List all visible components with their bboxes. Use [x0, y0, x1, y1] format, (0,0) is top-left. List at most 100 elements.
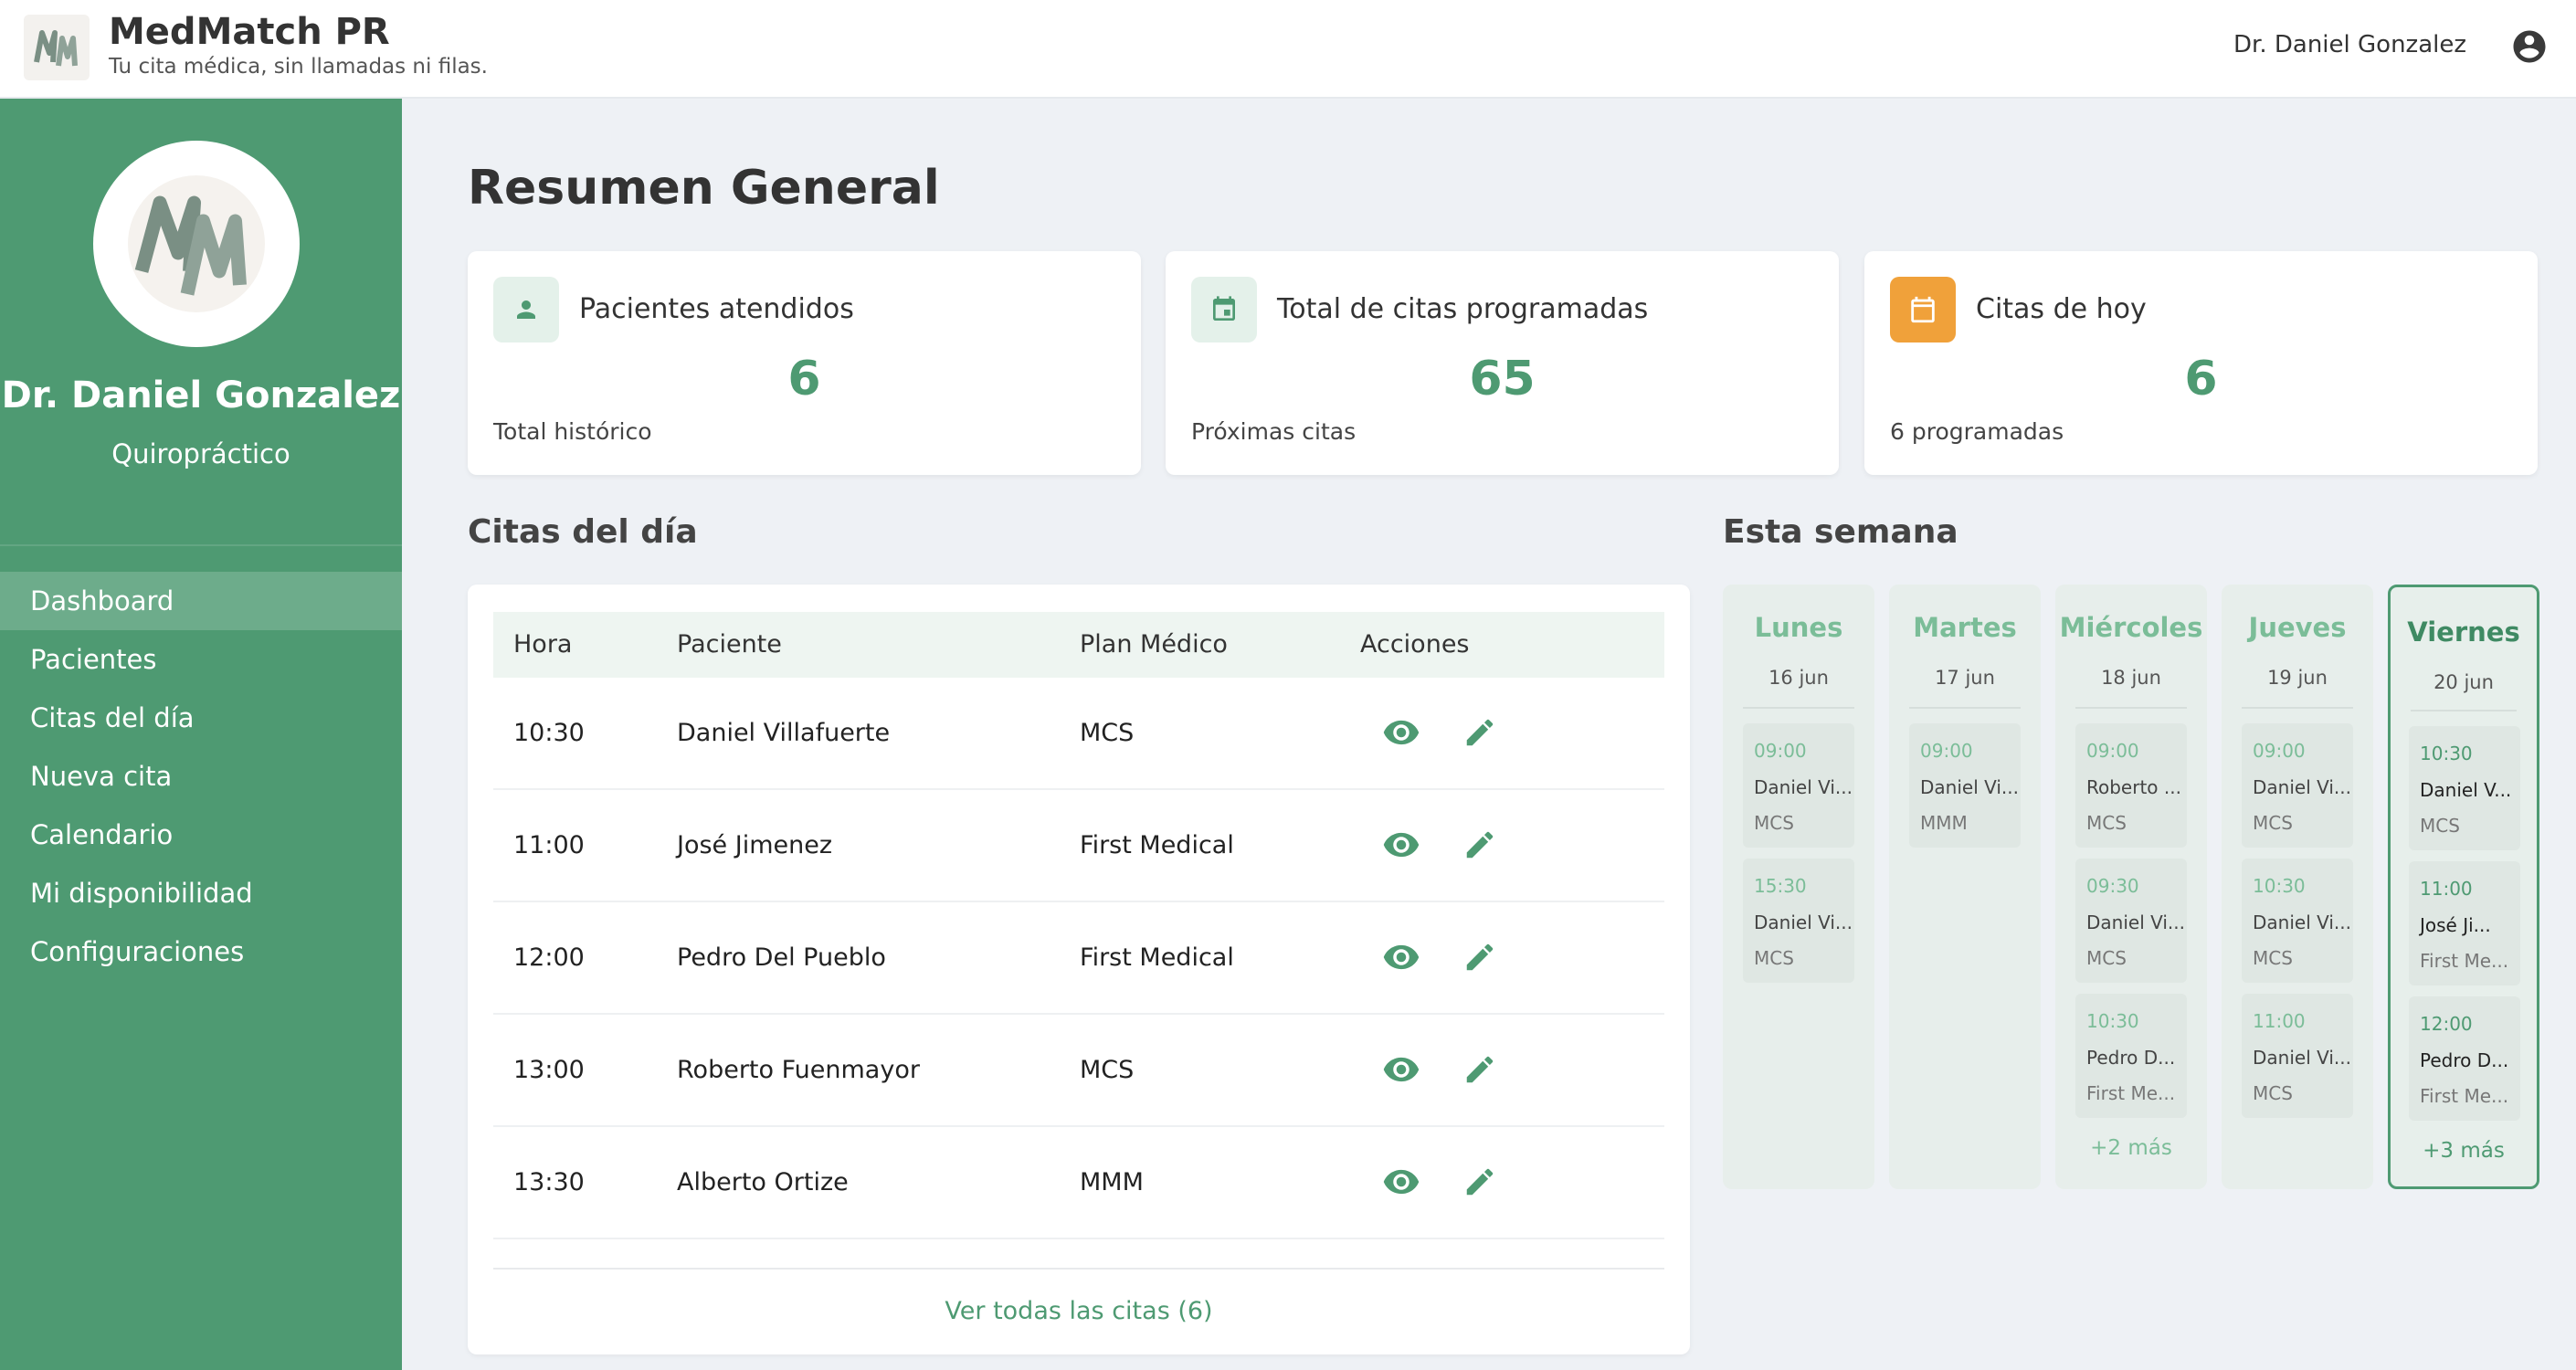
appointment-time: 09:00: [1920, 740, 1973, 762]
edit-pencil-icon[interactable]: [1460, 712, 1500, 753]
day-column-jueves[interactable]: Jueves 19 jun 09:00 Daniel Vi... MCS 10:…: [2222, 585, 2373, 1189]
appointment-plan: First Me...: [2420, 1085, 2509, 1107]
view-eye-icon[interactable]: [1381, 1162, 1421, 1202]
week-appointment[interactable]: 11:00 José Ji... First Me...: [2409, 861, 2520, 985]
appointment-patient: Daniel Vi...: [1754, 776, 1853, 798]
week-appointment[interactable]: 12:00 Pedro D... First Me...: [2409, 996, 2520, 1121]
sidebar: Dr. Daniel Gonzalez Quiropráctico Dashbo…: [0, 99, 402, 1370]
column-header-hora[interactable]: Hora: [513, 612, 572, 678]
row-plan: First Medical: [1080, 831, 1234, 859]
row-time: 13:30: [513, 1168, 585, 1196]
table-row: 13:30 Alberto Ortize MMM: [493, 1127, 1664, 1239]
day-divider: [1909, 707, 2021, 709]
day-date: 18 jun: [2101, 667, 2161, 689]
column-header-paciente[interactable]: Paciente: [677, 612, 782, 678]
appointment-patient: Daniel Vi...: [1754, 912, 1853, 933]
row-plan: MCS: [1080, 1056, 1135, 1084]
week-appointment[interactable]: 09:00 Daniel Vi... MMM: [1909, 723, 2021, 848]
row-patient: Pedro Del Pueblo: [677, 943, 886, 972]
account-circle-icon[interactable]: [2510, 27, 2549, 66]
view-eye-icon[interactable]: [1381, 937, 1421, 977]
day-divider: [1743, 707, 1854, 709]
column-header-plan[interactable]: Plan Médico: [1080, 612, 1228, 678]
day-date: 17 jun: [1935, 667, 1995, 689]
week-section-title: Esta semana: [1723, 513, 1958, 551]
week-appointment[interactable]: 09:00 Daniel Vi... MCS: [1743, 723, 1854, 848]
sidebar-item-pacientes[interactable]: Pacientes: [0, 630, 402, 689]
week-appointment[interactable]: 11:00 Daniel Vi... MCS: [2242, 994, 2353, 1118]
table-row: 13:00 Roberto Fuenmayor MCS: [493, 1015, 1664, 1127]
appointment-patient: Daniel Vi...: [1920, 776, 2019, 798]
more-appointments-link[interactable]: +3 más: [2391, 1139, 2537, 1163]
week-appointment[interactable]: 10:30 Daniel Vi... MCS: [2242, 859, 2353, 983]
appointments-section-title: Citas del día: [468, 513, 698, 551]
week-appointment[interactable]: 09:00 Roberto ... MCS: [2075, 723, 2187, 848]
edit-pencil-icon[interactable]: [1460, 1049, 1500, 1090]
sidebar-item-mi-disponibilidad[interactable]: Mi disponibilidad: [0, 864, 402, 922]
row-time: 11:00: [513, 831, 585, 859]
week-appointment[interactable]: 09:00 Daniel Vi... MCS: [2242, 723, 2353, 848]
appointment-time: 09:00: [2253, 740, 2306, 762]
appointment-patient: Roberto ...: [2086, 776, 2181, 798]
avatar: [93, 141, 300, 347]
brand-subtitle: Tu cita médica, sin llamadas ni filas.: [109, 55, 488, 79]
sidebar-item-calendario[interactable]: Calendario: [0, 806, 402, 864]
appointment-time: 10:30: [2253, 875, 2306, 897]
week-appointment[interactable]: 09:30 Daniel Vi... MCS: [2075, 859, 2187, 983]
sidebar-divider: [0, 544, 402, 546]
sidebar-item-citas-del-dia[interactable]: Citas del día: [0, 689, 402, 747]
appointment-time: 10:30: [2086, 1010, 2139, 1032]
doctor-specialty: Quiropráctico: [111, 438, 290, 469]
edit-pencil-icon[interactable]: [1460, 825, 1500, 865]
appointment-patient: Daniel Vi...: [2253, 776, 2351, 798]
sidebar-item-nueva-cita[interactable]: Nueva cita: [0, 747, 402, 806]
appointment-plan: MCS: [1754, 812, 1794, 834]
appointment-time: 12:00: [2420, 1013, 2473, 1035]
mm-logo-icon[interactable]: [24, 15, 90, 80]
day-name: Martes: [1913, 612, 2017, 643]
more-appointments-link[interactable]: +2 más: [2055, 1136, 2207, 1160]
appointments-table: Hora Paciente Plan Médico Acciones 10:30…: [468, 585, 1690, 1354]
table-row: 12:00 Pedro Del Pueblo First Medical: [493, 902, 1664, 1015]
day-column-miercoles[interactable]: Miércoles 18 jun 09:00 Roberto ... MCS 0…: [2055, 585, 2207, 1189]
calendar-event-icon: [1191, 277, 1257, 342]
appointment-plan: MCS: [2420, 815, 2460, 837]
view-eye-icon[interactable]: [1381, 1049, 1421, 1090]
stat-label: Citas de hoy: [1976, 293, 2147, 325]
week-appointment[interactable]: 10:30 Daniel V... MCS: [2409, 726, 2520, 850]
sidebar-item-configuraciones[interactable]: Configuraciones: [0, 922, 402, 981]
stat-label: Total de citas programadas: [1277, 293, 1649, 325]
view-eye-icon[interactable]: [1381, 825, 1421, 865]
day-column-martes[interactable]: Martes 17 jun 09:00 Daniel Vi... MMM: [1889, 585, 2041, 1189]
stat-value: 6: [787, 352, 821, 406]
appointment-plan: MCS: [2086, 947, 2127, 969]
day-date: 20 jun: [2433, 671, 2494, 693]
stat-card-total-citas: Total de citas programadas 65 Próximas c…: [1166, 251, 1839, 475]
row-time: 12:00: [513, 943, 585, 972]
row-time: 13:00: [513, 1056, 585, 1084]
week-appointment[interactable]: 15:30 Daniel Vi... MCS: [1743, 859, 1854, 983]
table-row: 10:30 Daniel Villafuerte MCS: [493, 678, 1664, 790]
appointment-plan: MCS: [1754, 947, 1794, 969]
edit-pencil-icon[interactable]: [1460, 1162, 1500, 1202]
edit-pencil-icon[interactable]: [1460, 937, 1500, 977]
brand-title: MedMatch PR: [109, 11, 390, 53]
row-time: 10:30: [513, 719, 585, 747]
sidebar-item-dashboard[interactable]: Dashboard: [0, 572, 402, 630]
appointment-time: 15:30: [1754, 875, 1807, 897]
day-column-viernes[interactable]: Viernes 20 jun 10:30 Daniel V... MCS 11:…: [2388, 585, 2539, 1189]
row-plan: MMM: [1080, 1168, 1144, 1196]
table-row: 11:00 José Jimenez First Medical: [493, 790, 1664, 902]
appointment-time: 09:00: [2086, 740, 2139, 762]
stat-card-pacientes: Pacientes atendidos 6 Total histórico: [468, 251, 1141, 475]
view-eye-icon[interactable]: [1381, 712, 1421, 753]
page-title: Resumen General: [468, 161, 940, 216]
appointment-patient: Pedro D...: [2086, 1047, 2176, 1069]
week-appointment[interactable]: 10:30 Pedro D... First Me...: [2075, 994, 2187, 1118]
day-column-lunes[interactable]: Lunes 16 jun 09:00 Daniel Vi... MCS 15:3…: [1723, 585, 1874, 1189]
view-all-appointments-link[interactable]: Ver todas las citas (6): [468, 1297, 1690, 1325]
stat-card-citas-hoy: Citas de hoy 6 6 programadas: [1864, 251, 2538, 475]
stat-label: Pacientes atendidos: [579, 293, 854, 325]
top-header: MedMatch PR Tu cita médica, sin llamadas…: [0, 0, 2576, 99]
appointment-patient: Daniel Vi...: [2253, 1047, 2351, 1069]
